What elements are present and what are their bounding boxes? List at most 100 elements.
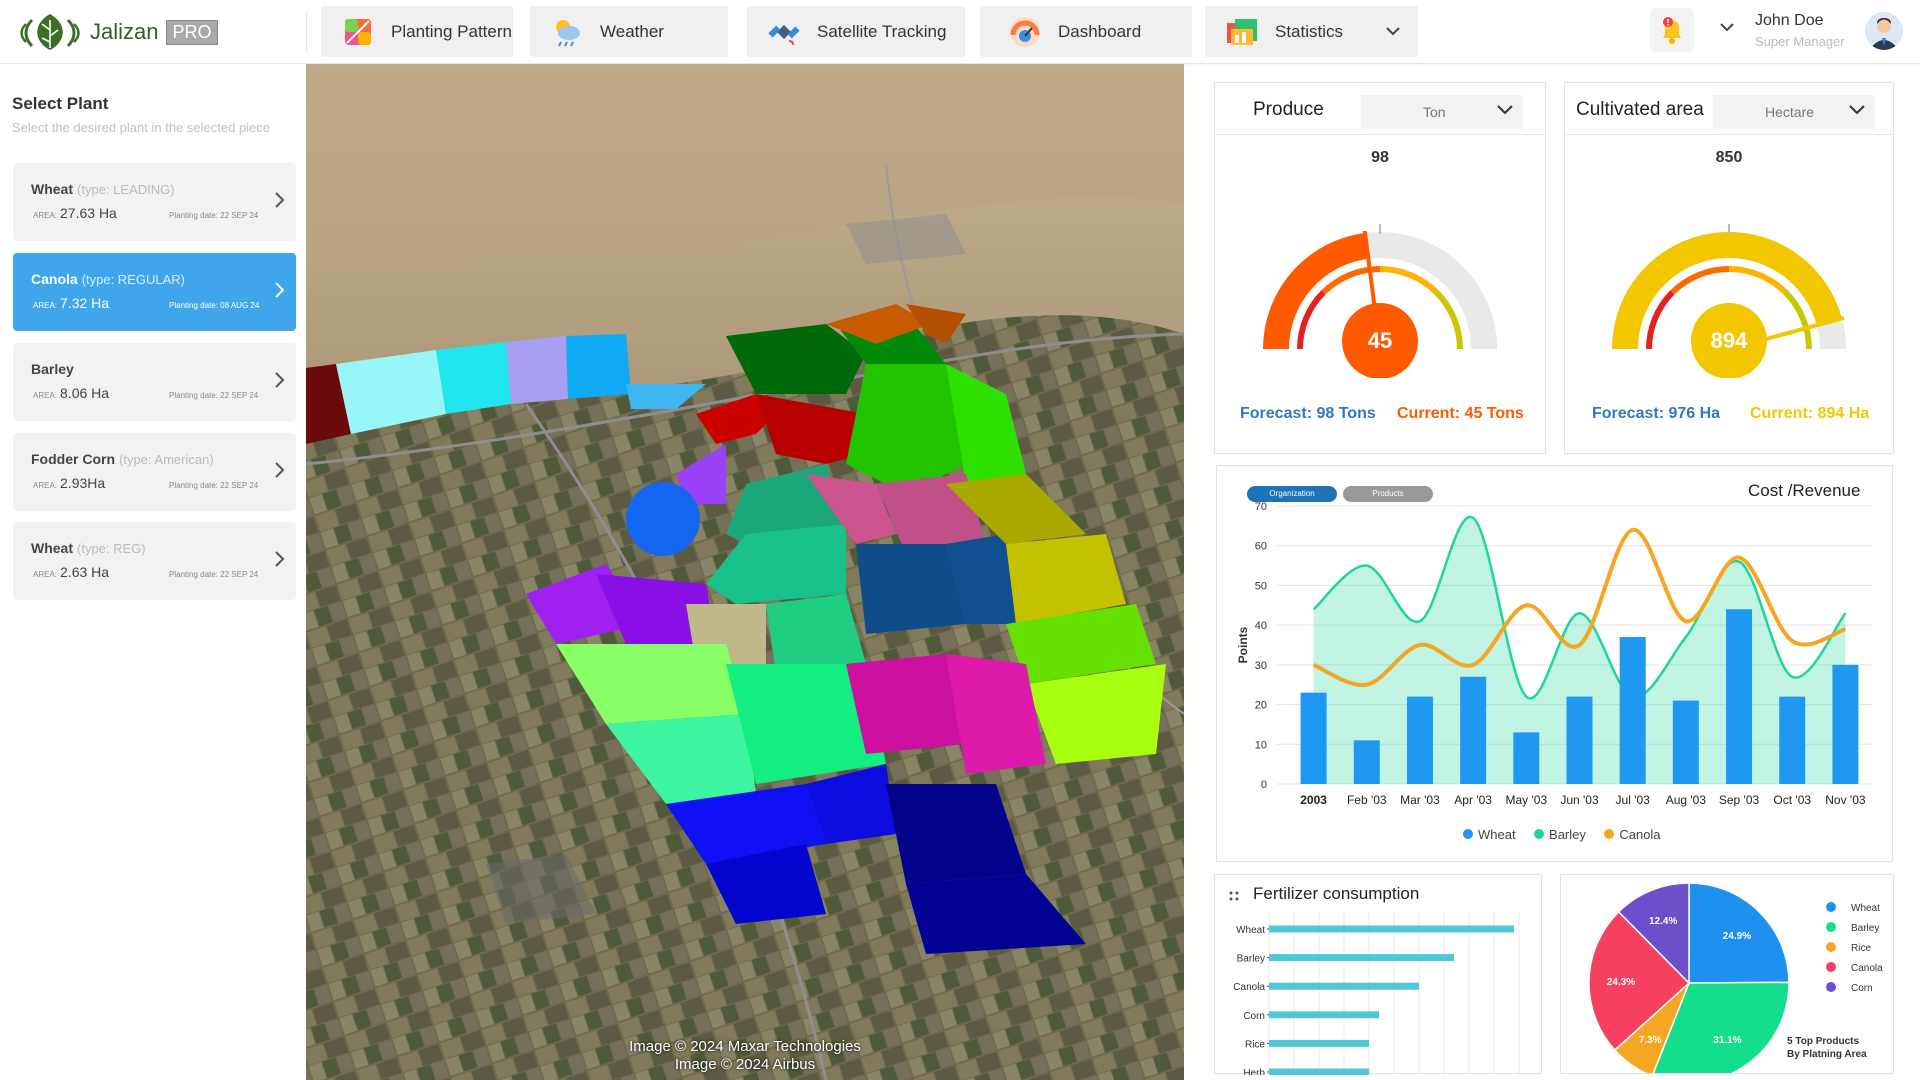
nav-tab-weather[interactable]: Weather bbox=[530, 6, 728, 57]
nav-tab-planting-pattern[interactable]: Planting Pattern bbox=[321, 6, 513, 57]
fertilizer-card: Fertilizer consumption Wheat Barley Canola… bbox=[1214, 874, 1542, 1076]
bar-wheat[interactable] bbox=[1353, 740, 1380, 784]
y-tick-label: Canola bbox=[1233, 982, 1265, 993]
bar[interactable] bbox=[1269, 954, 1454, 962]
legend-label[interactable]: Barley bbox=[1851, 923, 1879, 934]
plant-type: (type: REG) bbox=[77, 541, 146, 556]
bar[interactable] bbox=[1269, 982, 1419, 990]
bar[interactable] bbox=[1269, 1011, 1379, 1019]
bar-wheat[interactable] bbox=[1513, 732, 1540, 784]
y-tick-label: 30 bbox=[1255, 660, 1267, 672]
cultivated-area-card: Cultivated area Hectare 850 894 Forecast… bbox=[1564, 82, 1894, 454]
chevron-right-icon bbox=[275, 462, 285, 478]
gauge-max-label: 850 bbox=[1715, 149, 1743, 166]
area-label: AREA: bbox=[33, 301, 58, 310]
unit-value: Hectare bbox=[1765, 104, 1815, 120]
plant-type: (type: LEADING) bbox=[77, 182, 175, 197]
legend-swatch bbox=[1826, 922, 1836, 932]
gauge-scale-band bbox=[1783, 290, 1812, 350]
drag-handle-icon[interactable] bbox=[1229, 891, 1239, 901]
gauge-scale-band bbox=[1379, 266, 1439, 295]
plant-type: (type: REGULAR) bbox=[81, 272, 185, 287]
app-logo[interactable]: Jalizan PRO bbox=[18, 10, 218, 54]
unit-select[interactable]: Ton bbox=[1361, 95, 1523, 129]
satellite-map[interactable]: Image © 2024 Maxar Technologies Image © … bbox=[306, 64, 1184, 1080]
bar-wheat[interactable] bbox=[1619, 637, 1646, 784]
nav-tab-dashboard[interactable]: Dashboard bbox=[980, 6, 1192, 57]
pie-caption: 5 Top Products bbox=[1787, 1036, 1860, 1047]
plant-type: (type: American) bbox=[119, 452, 214, 467]
satellite-icon bbox=[767, 15, 801, 49]
planting-date: Planting date: 08 AUG 24 bbox=[169, 301, 260, 310]
current-label: Current: 45 Tons bbox=[1397, 405, 1524, 422]
legend-label[interactable]: Canola bbox=[1851, 963, 1883, 974]
plant-item[interactable]: Wheat (type: LEADING) AREA: 27.63 Ha Plant… bbox=[13, 163, 296, 241]
imagery-credit: Image © 2024 Maxar Technologies bbox=[629, 1038, 861, 1055]
legend-swatch bbox=[1534, 829, 1545, 839]
legend-swatch bbox=[1826, 982, 1836, 992]
chevron-right-icon bbox=[275, 192, 285, 208]
slice-label: 24.3% bbox=[1607, 977, 1635, 988]
user-menu[interactable]: John Doe Super Manager bbox=[1720, 8, 1915, 56]
planting-pattern-icon bbox=[341, 15, 375, 49]
bar-wheat[interactable] bbox=[1832, 664, 1859, 784]
chart-title: Fertilizer consumption bbox=[1253, 884, 1420, 903]
bar-wheat[interactable] bbox=[1300, 692, 1327, 784]
bar-wheat[interactable] bbox=[1460, 676, 1487, 784]
bar-wheat[interactable] bbox=[1726, 609, 1753, 784]
legend-item[interactable]: Barley bbox=[1534, 827, 1586, 842]
legend-item[interactable]: Canola bbox=[1604, 826, 1661, 842]
slice-label: 24.9% bbox=[1723, 931, 1751, 942]
plant-item[interactable]: Wheat (type: REG) AREA: 2.63 Ha Planting d… bbox=[13, 522, 296, 600]
nav-label: Planting Pattern bbox=[391, 21, 512, 41]
gauge-scale-band bbox=[1297, 290, 1326, 350]
y-tick-label: Wheat bbox=[1236, 925, 1265, 936]
legend-label[interactable]: Corn bbox=[1851, 983, 1873, 994]
planting-date: Planting date: 22 SEP 24 bbox=[169, 391, 259, 400]
panel-title: Select Plant bbox=[12, 94, 109, 113]
bar[interactable] bbox=[1269, 925, 1514, 933]
legend-label: Canola bbox=[1619, 826, 1661, 842]
leaf-logo-icon bbox=[20, 14, 80, 50]
notification-button[interactable] bbox=[1650, 8, 1694, 52]
weather-icon bbox=[550, 15, 584, 49]
top-bar: Jalizan PRO Planting Pattern Weather Sat… bbox=[0, 0, 1920, 64]
legend-label[interactable]: Wheat bbox=[1851, 903, 1880, 914]
panel-subtitle: Select the desired plant in the selected… bbox=[12, 120, 271, 135]
bar-wheat[interactable] bbox=[1672, 700, 1699, 784]
user-role: Super Manager bbox=[1755, 34, 1845, 49]
map-image[interactable] bbox=[306, 64, 1184, 1080]
slice-label: 31.1% bbox=[1713, 1035, 1741, 1046]
bar-wheat[interactable] bbox=[1406, 696, 1433, 784]
divider bbox=[306, 12, 307, 52]
unit-select[interactable]: Hectare bbox=[1713, 95, 1875, 129]
nav-tab-statistics[interactable]: Statistics bbox=[1205, 6, 1418, 57]
bar[interactable] bbox=[1269, 1039, 1369, 1047]
plant-name: Fodder Corn bbox=[31, 451, 115, 467]
pie-caption: By Platning Area bbox=[1787, 1049, 1867, 1060]
plant-item-selected[interactable]: Canola (type: REGULAR) AREA: 7.32 Ha Plant… bbox=[13, 253, 296, 331]
dashboard-icon bbox=[1008, 15, 1042, 49]
bar-wheat[interactable] bbox=[1779, 696, 1806, 784]
x-tick-label: Feb '03 bbox=[1347, 793, 1387, 807]
chevron-right-icon bbox=[275, 551, 285, 567]
legend-swatch bbox=[1826, 962, 1836, 972]
avatar[interactable] bbox=[1865, 12, 1903, 50]
legend-item[interactable]: Wheat bbox=[1463, 827, 1516, 842]
slice-label: 7.3% bbox=[1639, 1035, 1662, 1046]
plant-area: 8.06 Ha bbox=[60, 385, 110, 401]
bar-wheat[interactable] bbox=[1566, 696, 1593, 784]
forecast-label: Forecast: 976 Ha bbox=[1592, 405, 1721, 422]
area-label: AREA: bbox=[33, 481, 58, 490]
y-tick-label: 10 bbox=[1255, 739, 1267, 751]
x-tick-label: Sep '03 bbox=[1719, 793, 1760, 807]
bar[interactable] bbox=[1269, 1068, 1369, 1076]
legend-label[interactable]: Rice bbox=[1851, 943, 1871, 954]
plant-item[interactable]: Fodder Corn (type: American) AREA: 2.93Ha … bbox=[13, 433, 296, 511]
nav-tab-satellite-tracking[interactable]: Satellite Tracking bbox=[747, 6, 965, 57]
statistics-icon bbox=[1225, 15, 1259, 49]
y-tick-label: Rice bbox=[1245, 1039, 1265, 1050]
gauge-value: 45 bbox=[1368, 328, 1392, 353]
plant-item[interactable]: Barley AREA: 8.06 Ha Planting date: 22 SE… bbox=[13, 343, 296, 421]
planting-date: Planting date: 22 SEP 24 bbox=[169, 570, 259, 579]
